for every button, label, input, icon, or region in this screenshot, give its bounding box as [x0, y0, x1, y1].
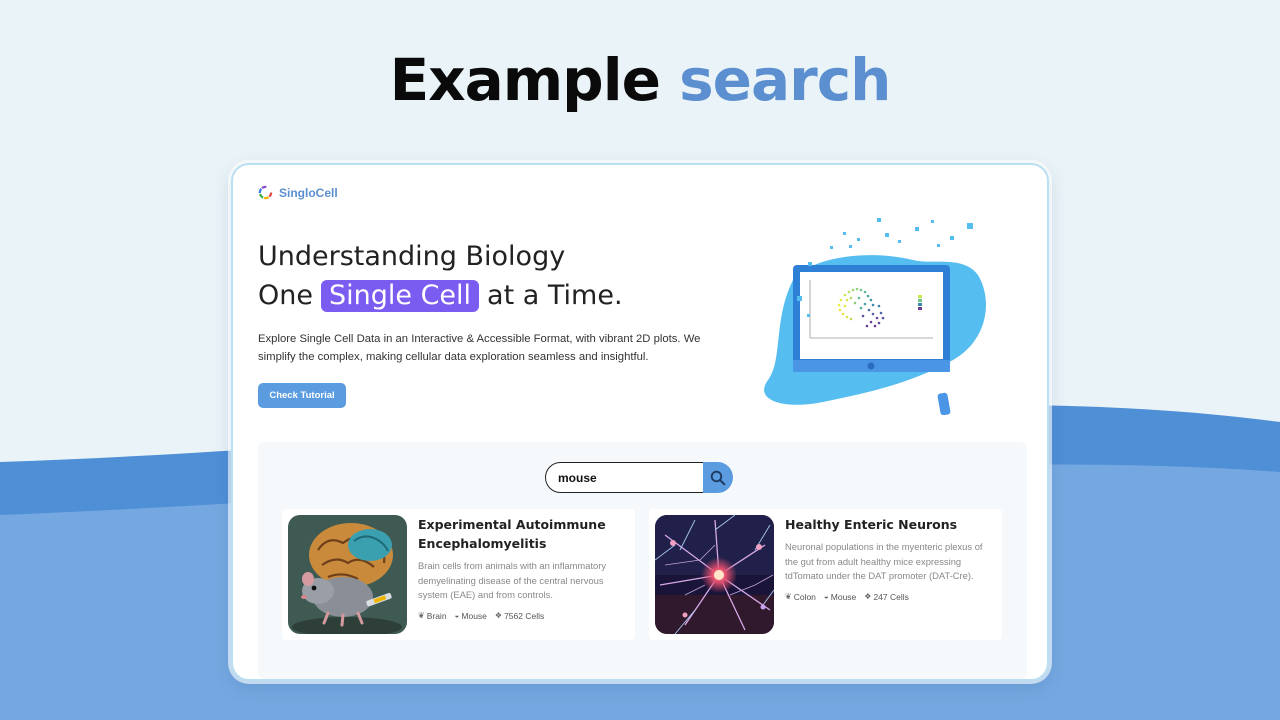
tissue-label: Colon	[793, 591, 816, 602]
page-headline: Example search	[0, 46, 1280, 114]
headline-main: Example	[389, 46, 661, 114]
cells-icon: ❖	[494, 611, 503, 620]
card-meta: ❦ Brain ◒ Mouse ❖ 7562 Cells	[418, 611, 630, 621]
card-description: Neuronal populations in the myenteric pl…	[785, 541, 983, 581]
meta-tissue: ❦ Colon	[785, 592, 816, 602]
hero-line-2: One Single Cell at a Time.	[258, 276, 623, 315]
card-image	[655, 515, 774, 634]
species-label: Mouse	[830, 591, 857, 602]
cells-label: 7562 Cells	[504, 610, 545, 621]
result-card[interactable]: Healthy Enteric Neurons Neuronal populat…	[649, 509, 1002, 640]
result-card[interactable]: Experimental Autoimmune Encephalomyeliti…	[282, 509, 635, 640]
meta-cells: ❖ 247 Cells	[864, 592, 909, 602]
card-title[interactable]: Experimental Autoimmune Encephalomyeliti…	[418, 515, 630, 553]
hero-line-2-after: at a Time.	[487, 280, 623, 311]
tissue-icon: ❦	[785, 592, 792, 601]
tissue-icon: ❦	[418, 611, 425, 620]
headline-accent: search	[679, 46, 891, 114]
hero-description: Explore Single Cell Data in an Interacti…	[258, 333, 701, 363]
mouse-icon: ◒	[454, 611, 460, 620]
search-button[interactable]	[703, 462, 733, 493]
monitor-illustration	[764, 218, 986, 415]
card-body: Healthy Enteric Neurons Neuronal populat…	[785, 515, 997, 602]
tissue-label: Brain	[426, 610, 447, 621]
card-description: Brain cells from animals with an inflamm…	[418, 560, 607, 600]
card-image	[288, 515, 407, 634]
cells-label: 247 Cells	[873, 591, 909, 602]
card-meta: ❦ Colon ◒ Mouse ❖ 247 Cells	[785, 592, 997, 602]
cells-icon: ❖	[864, 592, 872, 601]
logo-icon	[258, 185, 273, 200]
mouse-icon: ◒	[823, 592, 829, 601]
brand[interactable]: SingloCell	[258, 185, 338, 200]
meta-cells: ❖ 7562 Cells	[495, 611, 544, 621]
check-tutorial-button[interactable]: Check Tutorial	[258, 383, 346, 408]
hero-title: Understanding Biology One Single Cell at…	[258, 237, 623, 315]
meta-tissue: ❦ Brain	[418, 611, 447, 621]
meta-species: ◒ Mouse	[824, 592, 856, 602]
species-label: Mouse	[461, 610, 487, 621]
brand-name: SingloCell	[279, 185, 338, 200]
card-title[interactable]: Healthy Enteric Neurons	[785, 515, 997, 534]
meta-species: ◒ Mouse	[455, 611, 487, 621]
hero-line-2-before: One	[258, 280, 313, 311]
results-panel: mouse Experimental Autoimmune Encephalom…	[258, 442, 1027, 679]
hero-highlight: Single Cell	[320, 279, 480, 312]
card-body: Experimental Autoimmune Encephalomyeliti…	[418, 515, 630, 621]
search-icon	[710, 470, 726, 485]
app-window: SingloCell Understanding Biology One Sin…	[231, 163, 1049, 681]
hero-line-1: Understanding Biology	[258, 241, 566, 272]
search-input[interactable]: mouse	[545, 462, 704, 493]
